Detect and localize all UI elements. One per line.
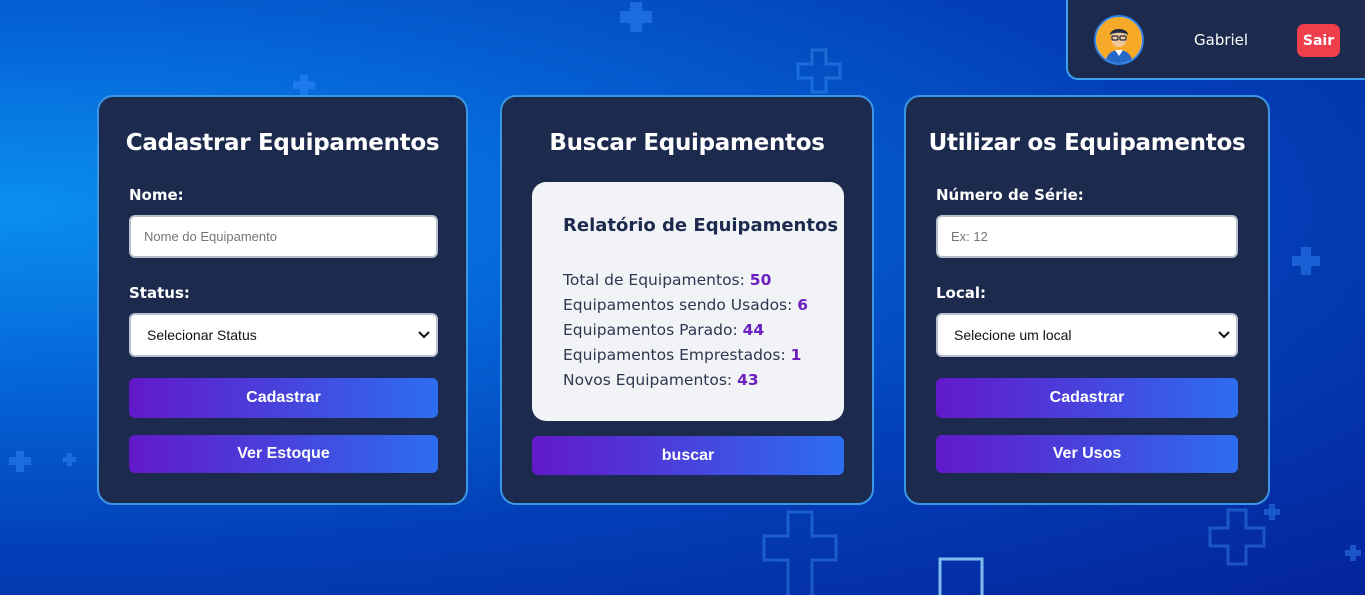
logout-button[interactable]: Sair <box>1297 24 1340 57</box>
search-card-title: Buscar Equipamentos <box>549 130 825 156</box>
status-select-value: Selecionar Status <box>147 327 257 343</box>
register-card: Cadastrar Equipamentos Nome: Status: Sel… <box>97 95 468 505</box>
report-row-total: Total de Equipamentos: 50 <box>563 271 772 289</box>
report-row-loaned: Equipamentos Emprestados: 1 <box>563 346 802 364</box>
view-usage-button[interactable]: Ver Usos <box>936 435 1238 473</box>
report-list: Total de Equipamentos: 50 Equipamentos s… <box>563 268 808 393</box>
equipment-report: Relatório de Equipamentos Total de Equip… <box>532 182 844 421</box>
name-label: Nome: <box>129 186 184 204</box>
serial-number-label: Número de Série: <box>936 186 1084 204</box>
use-register-button[interactable]: Cadastrar <box>936 378 1238 418</box>
location-select-value: Selecione um local <box>954 327 1072 343</box>
report-row-in-use: Equipamentos sendo Usados: 6 <box>563 296 809 314</box>
report-row-idle: Equipamentos Parado: 44 <box>563 321 765 339</box>
location-label: Local: <box>936 284 987 302</box>
user-name: Gabriel <box>1194 31 1249 49</box>
search-card: Buscar Equipamentos Relatório de Equipam… <box>500 95 874 505</box>
register-card-title: Cadastrar Equipamentos <box>125 130 440 156</box>
status-label: Status: <box>129 284 190 302</box>
report-title: Relatório de Equipamentos <box>563 215 839 236</box>
user-avatar-icon[interactable] <box>1094 15 1144 65</box>
use-card: Utilizar os Equipamentos Número de Série… <box>904 95 1270 505</box>
user-panel: Gabriel Sair <box>1066 0 1365 80</box>
serial-number-input[interactable] <box>936 215 1238 258</box>
use-card-title: Utilizar os Equipamentos <box>928 130 1246 156</box>
report-row-new: Novos Equipamentos: 43 <box>563 371 759 389</box>
view-stock-button[interactable]: Ver Estoque <box>129 435 438 473</box>
location-select[interactable]: Selecione um local <box>936 313 1238 357</box>
chevron-down-icon <box>418 328 430 342</box>
equipment-name-input[interactable] <box>129 215 438 258</box>
chevron-down-icon <box>1218 328 1230 342</box>
search-button[interactable]: buscar <box>532 436 844 475</box>
status-select[interactable]: Selecionar Status <box>129 313 438 357</box>
register-button[interactable]: Cadastrar <box>129 378 438 418</box>
